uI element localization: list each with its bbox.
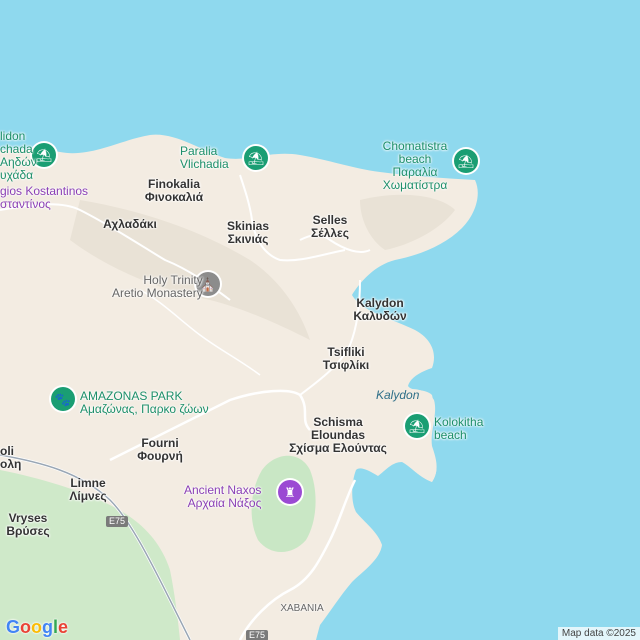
google-logo[interactable]: Google <box>6 617 68 638</box>
place-label-fourni[interactable]: Fourni Φουρνή <box>137 437 183 463</box>
place-label-achladaki[interactable]: Αχλαδάκι <box>103 218 157 231</box>
place-label-selles[interactable]: Selles Σέλλες <box>311 214 349 240</box>
place-label-skinias[interactable]: Skinias Σκινιάς <box>227 220 269 246</box>
poi-label-paralia-vlichadia[interactable]: Paralia Vlichadia <box>180 145 229 171</box>
road-shield-e75: E75 <box>246 630 269 640</box>
map-base <box>0 134 478 640</box>
beach-icon[interactable]: ⛱ <box>244 146 268 170</box>
ruins-icon[interactable]: ♜ <box>278 480 302 504</box>
poi-label-chomatistra[interactable]: Chomatistra beach Παραλία Χωματίστρα <box>383 140 448 192</box>
road-shield-e75: E75 <box>106 516 129 527</box>
place-label-chavania[interactable]: ΧΑΒΑΝΙΑ <box>280 603 323 614</box>
water-label-kalydon: Kalydon <box>376 388 420 402</box>
poi-label-agios-kostantinos[interactable]: gios Kostantinos σταντίνος <box>0 185 88 211</box>
place-label-vryses[interactable]: Vryses Βρύσες <box>6 512 49 538</box>
place-label-noli[interactable]: oli ολη <box>0 445 21 471</box>
poi-label-lidon[interactable]: lidon chada Αηδών υχάδα <box>0 130 37 182</box>
poi-label-ancient-naxos[interactable]: Ancient Naxos Αρχαία Νάξος <box>184 484 261 510</box>
paw-icon[interactable]: 🐾 <box>51 387 75 411</box>
place-label-finokalia[interactable]: Finokalia Φινοκαλιά <box>145 178 203 204</box>
beach-icon[interactable]: ⛱ <box>405 414 429 438</box>
place-label-schisma[interactable]: Schisma Eloundas Σχίσμα Ελούντας <box>289 416 387 455</box>
map-canvas[interactable]: Finokalia Φινοκαλιά Αχλαδάκι Skinias Σκι… <box>0 0 640 640</box>
poi-label-kolokitha[interactable]: Kolokitha beach <box>434 416 483 442</box>
beach-icon[interactable]: ⛱ <box>454 149 478 173</box>
place-label-kalydon[interactable]: Kalydon Καλυδών <box>353 297 406 323</box>
place-label-tsifliki[interactable]: Tsifliki Τσιφλίκι <box>323 346 369 372</box>
map-attribution[interactable]: Map data ©2025 <box>557 627 640 640</box>
poi-label-amazonas-park[interactable]: AMAZONAS PARK Αμαζώνας, Παρκο ζώων <box>80 390 209 416</box>
place-label-limne[interactable]: Limne Λίμνες <box>69 477 106 503</box>
poi-label-holy-trinity[interactable]: Holy Trinity Aretio Monastery <box>112 274 203 300</box>
